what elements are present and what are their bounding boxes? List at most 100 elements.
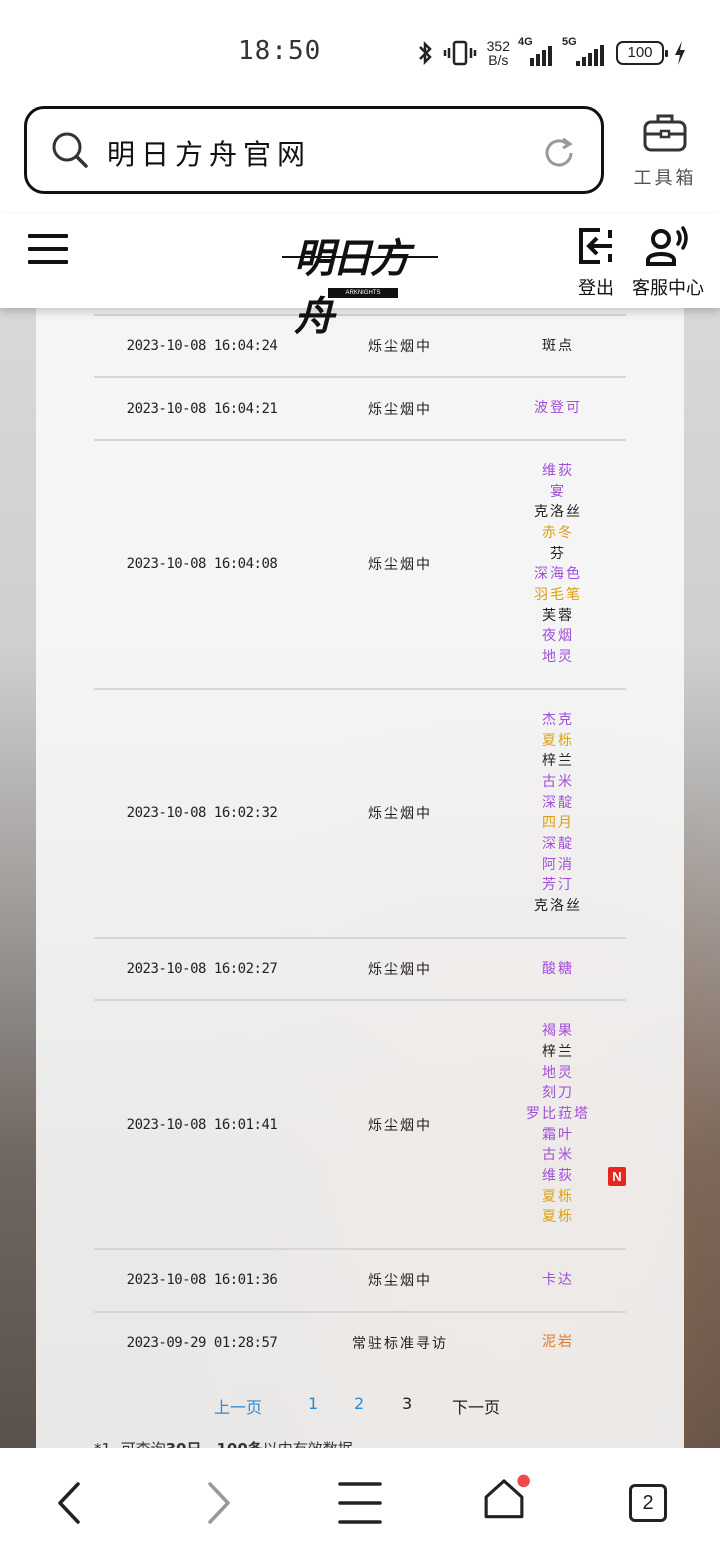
- operator-name: 克洛丝: [490, 896, 626, 917]
- operator-name: 羽毛笔: [490, 585, 626, 606]
- site-logo[interactable]: 明日方舟 ARKNIGHTS: [282, 222, 438, 340]
- operator-name-text: 泥岩: [542, 1334, 574, 1351]
- operator-name-text: 波登可: [534, 400, 582, 417]
- record-row: 2023-10-08 16:04:21 烁尘烟中 波登可: [94, 376, 626, 438]
- record-time: 2023-10-08 16:02:27: [126, 960, 278, 977]
- back-icon[interactable]: [44, 1478, 100, 1528]
- customer-service-label: 客服中心: [632, 278, 704, 298]
- battery-icon: 100: [616, 41, 668, 65]
- next-page-link[interactable]: 下一页: [452, 1394, 500, 1418]
- record-pool: 烁尘烟中: [368, 1117, 432, 1134]
- menu-lines-icon[interactable]: [332, 1478, 388, 1528]
- reload-icon[interactable]: [541, 135, 577, 171]
- bluetooth-icon: [418, 40, 432, 66]
- net-speed-unit: B/s: [488, 52, 509, 68]
- record-row: 2023-09-29 01:28:57 常驻标准寻访 泥岩: [94, 1310, 626, 1373]
- record-time: 2023-10-08 16:02:32: [126, 805, 278, 822]
- operator-name: 卡达: [490, 1270, 626, 1291]
- operator-name-text: 梓兰: [542, 753, 574, 770]
- forward-icon[interactable]: [190, 1478, 246, 1528]
- record-time: 2023-09-29 01:28:57: [126, 1334, 278, 1351]
- site-header: 明日方舟 ARKNIGHTS 登出 客服中心: [0, 214, 720, 340]
- logout-button[interactable]: 登出: [576, 226, 616, 300]
- record-operators: 波登可: [490, 398, 626, 419]
- logout-icon: [579, 228, 612, 264]
- page-link-1[interactable]: 1: [308, 1394, 318, 1413]
- record-row: 2023-10-08 16:04:08 烁尘烟中 维荻宴克洛丝 赤冬芬深海色 羽毛笔 芙蓉…: [94, 438, 626, 688]
- operator-name: 芬: [490, 544, 626, 565]
- toolbox-label: 工具箱: [633, 168, 697, 189]
- operator-name: 夜烟: [490, 626, 626, 647]
- page-link-2[interactable]: 2: [354, 1394, 364, 1413]
- record-time: 2023-10-08 16:01:41: [126, 1116, 278, 1133]
- tabs-button[interactable]: 2: [620, 1478, 676, 1528]
- operator-name-text: 芙蓉: [542, 607, 574, 624]
- operator-name-text: 古米: [542, 773, 574, 790]
- operator-name-text: 罗比菈塔: [526, 1105, 590, 1122]
- operator-name: 波登可: [490, 398, 626, 419]
- record-row: 2023-10-08 16:01:36 烁尘烟中 卡达: [94, 1248, 626, 1310]
- operator-name-text: 夏栎: [542, 732, 574, 749]
- operator-name: 杰克: [490, 710, 626, 731]
- operator-name-text: 深靛: [542, 835, 574, 852]
- sim2-label: 5G: [562, 36, 577, 48]
- operator-name: 夏栎: [490, 1207, 626, 1228]
- operator-name-text: 深靛: [542, 794, 574, 811]
- address-bar[interactable]: 明日方舟官网: [24, 106, 604, 194]
- operator-name-text: 芳汀: [542, 877, 574, 894]
- operator-name: 梓兰: [490, 751, 626, 772]
- record-operators: 卡达: [490, 1270, 626, 1291]
- record-time: 2023-10-08 16:04:24: [126, 338, 278, 355]
- logo-subtitle: ARKNIGHTS: [328, 288, 398, 298]
- record-operators: 酸糖: [490, 959, 626, 980]
- search-query[interactable]: 明日方舟官网: [107, 133, 311, 173]
- operator-name-text: 古米: [542, 1147, 574, 1164]
- operator-name-text: 维荻: [542, 462, 574, 479]
- tab-count: 2: [629, 1484, 667, 1522]
- logo-text: 明日方舟: [294, 235, 410, 340]
- operator-name: 维荻 N: [490, 1166, 626, 1187]
- gacha-history-panel: 2023-10-08 16:04:24 烁尘烟中 斑点 2023-10-08 16:0…: [36, 308, 684, 1458]
- operator-name-text: 四月: [542, 815, 574, 832]
- operator-name-text: 深海色: [534, 566, 582, 583]
- record-pool: 烁尘烟中: [368, 1273, 432, 1290]
- home-icon[interactable]: [476, 1472, 532, 1522]
- record-pool: 常驻标准寻访: [352, 1335, 448, 1352]
- operator-name: 古米: [490, 772, 626, 793]
- operator-name: 宴: [490, 482, 626, 503]
- status-icons: 352 B/s 4G 5G 100: [417, 36, 686, 70]
- customer-service-button[interactable]: 客服中心: [632, 226, 704, 300]
- operator-name-text: 克洛丝: [534, 898, 582, 915]
- operator-name: 夏栎: [490, 731, 626, 752]
- operator-name: 芳汀: [490, 875, 626, 896]
- operator-name-text: 霜叶: [542, 1126, 574, 1143]
- operator-name: 泥岩: [490, 1332, 626, 1353]
- operator-name-text: 卡达: [542, 1272, 574, 1289]
- operator-name-text: 夏栎: [542, 1209, 574, 1226]
- record-pool: 烁尘烟中: [368, 401, 432, 418]
- record-operators: 斑点: [490, 336, 626, 357]
- operator-name: 深靛: [490, 834, 626, 855]
- operator-name-text: 维荻: [542, 1168, 574, 1185]
- operator-name-text: 宴: [550, 483, 566, 500]
- menu-icon[interactable]: [28, 234, 68, 266]
- record-row: 2023-10-08 16:02:27 烁尘烟中 酸糖: [94, 936, 626, 999]
- record-operators: 泥岩: [490, 1332, 626, 1353]
- operator-name: 阿消: [490, 855, 626, 876]
- toolbox-button[interactable]: 工具箱: [630, 112, 700, 190]
- operator-name: 霜叶: [490, 1125, 626, 1146]
- operator-name: 刻刀: [490, 1083, 626, 1104]
- record-pool: 烁尘烟中: [368, 806, 432, 823]
- vibrate-icon: [443, 40, 476, 66]
- operator-name: 维荻: [490, 461, 626, 482]
- signal-icon: 5G: [562, 36, 606, 66]
- operator-name: 夏栎: [490, 1187, 626, 1208]
- browser-bottom-nav: 2: [0, 1448, 720, 1560]
- operator-name: 赤冬: [490, 523, 626, 544]
- operator-name: 褐果: [490, 1021, 626, 1042]
- record-time: 2023-10-08 16:04:21: [126, 400, 278, 417]
- record-pool: 烁尘烟中: [368, 557, 432, 574]
- record-operators: 杰克 夏栎 梓兰 古米 深靛 四月 深靛 阿消 芳汀 克洛丝: [490, 710, 626, 917]
- prev-page-link[interactable]: 上一页: [214, 1394, 262, 1418]
- operator-name-text: 酸糖: [542, 960, 574, 977]
